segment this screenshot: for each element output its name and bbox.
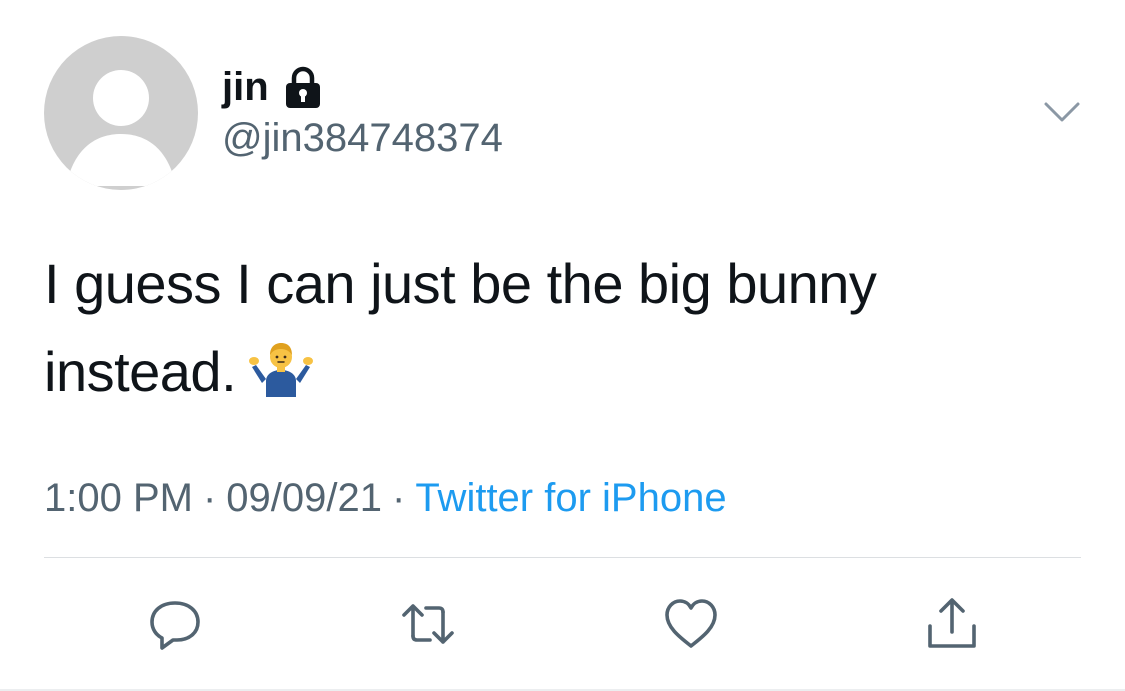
tweet-text: I guess I can just be the big bunny inst… (44, 240, 1064, 416)
reply-icon (150, 601, 200, 650)
username[interactable]: @jin384748374 (222, 118, 503, 158)
reply-button[interactable] (147, 596, 203, 652)
tweet-text-line-2: instead. (44, 328, 1064, 416)
tweet-text-line: instead. (44, 340, 237, 403)
default-avatar-icon (66, 70, 176, 186)
lock-icon (283, 65, 323, 109)
tweet-time[interactable]: 1:00 PM (44, 476, 193, 520)
retweet-button[interactable] (400, 596, 456, 652)
retweet-icon (402, 604, 454, 644)
tweet-source-link[interactable]: Twitter for iPhone (415, 476, 726, 520)
separator: · (202, 476, 217, 520)
shrug-emoji (248, 334, 314, 397)
heart-icon (665, 599, 717, 648)
avatar[interactable] (44, 36, 198, 190)
tweet-date[interactable]: 09/09/21 (226, 476, 382, 520)
tweet-meta: 1:00 PM · 09/09/21 · Twitter for iPhone (44, 474, 727, 522)
share-icon (928, 598, 976, 648)
separator: · (392, 476, 406, 520)
divider (44, 557, 1081, 558)
display-name[interactable]: jin (222, 67, 269, 107)
like-button[interactable] (663, 596, 719, 652)
author-row: jin (222, 62, 323, 112)
chevron-down-icon[interactable] (1040, 98, 1084, 128)
tweet-text-line: I guess I can just be the big bunny (44, 252, 877, 315)
share-button[interactable] (924, 596, 980, 652)
